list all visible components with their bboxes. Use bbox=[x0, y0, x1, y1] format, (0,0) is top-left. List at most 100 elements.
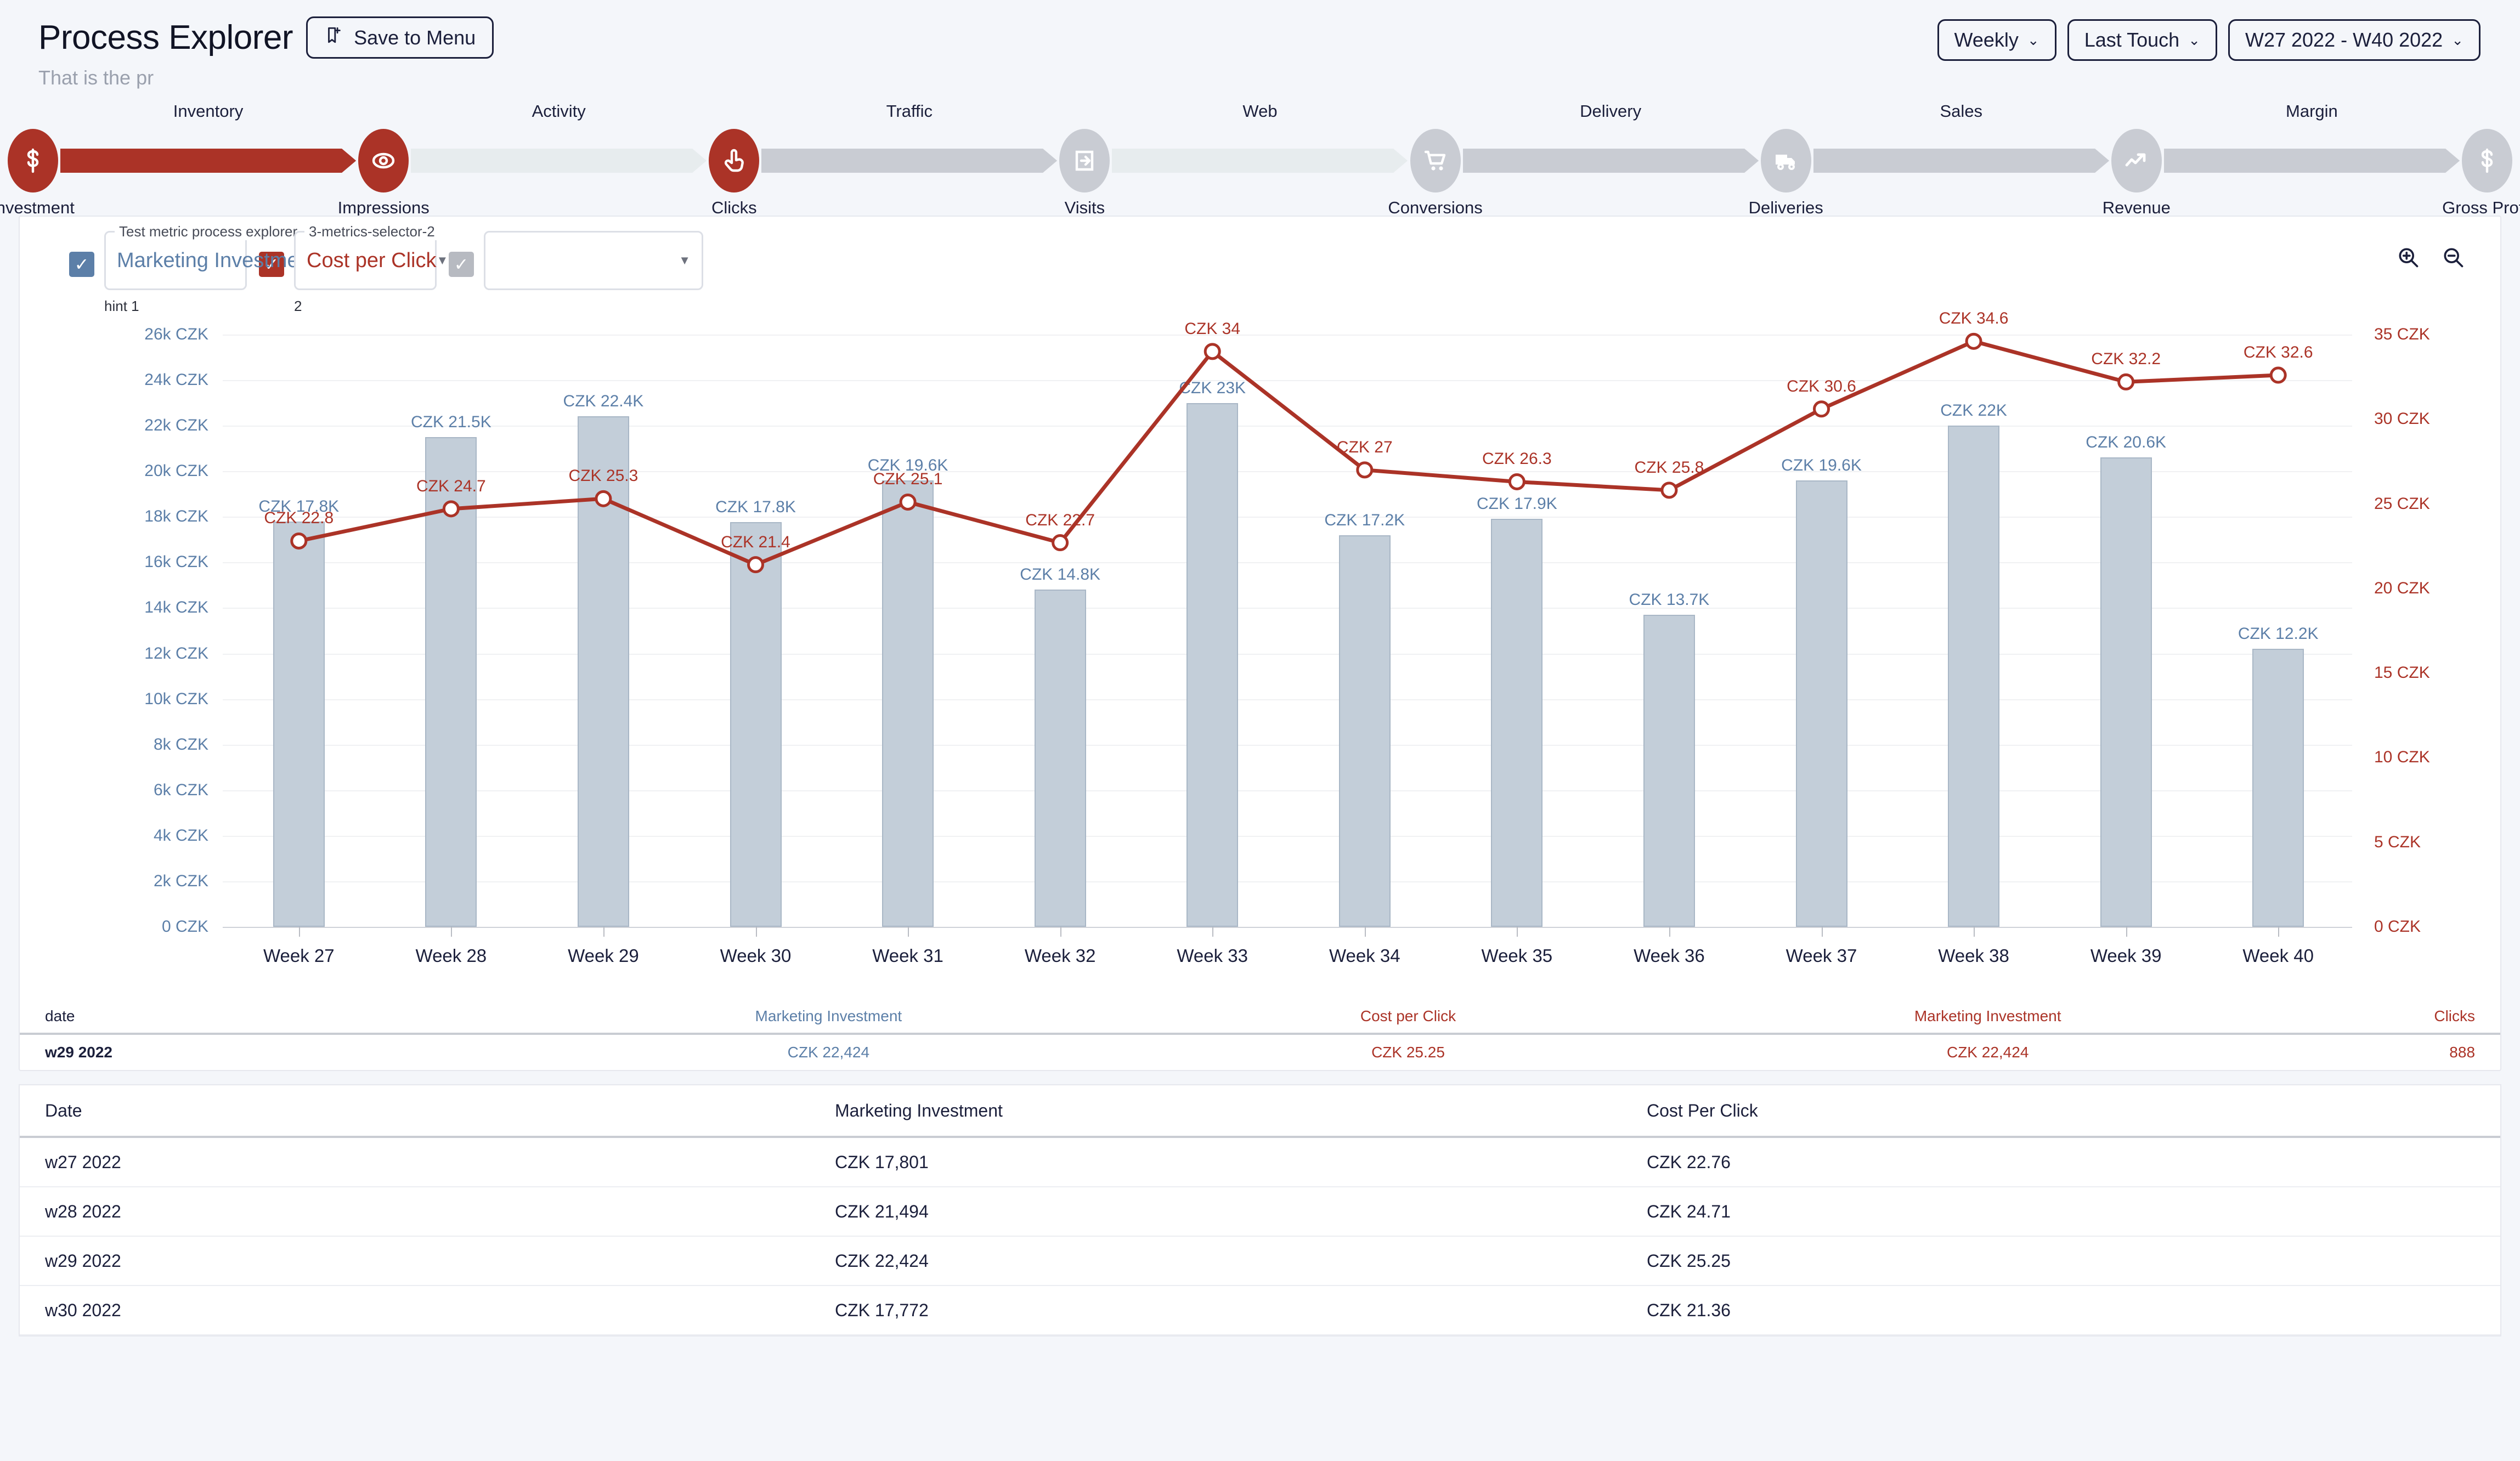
flow-node-revenue[interactable] bbox=[2111, 129, 2162, 192]
save-to-menu-button[interactable]: Save to Menu bbox=[306, 16, 494, 59]
metric-checkbox-0[interactable]: ✓ bbox=[69, 252, 94, 277]
table-header-date: Date bbox=[45, 1100, 82, 1120]
click-icon bbox=[725, 149, 744, 172]
table-row[interactable]: w28 2022 CZK 21,494 CZK 24.71 bbox=[20, 1187, 2500, 1237]
x-axis-tick-label: Week 29 bbox=[568, 945, 639, 966]
line-marker[interactable] bbox=[595, 490, 612, 507]
summary-header-date: date bbox=[45, 1007, 75, 1024]
x-axis-tick-mark bbox=[1060, 927, 1061, 937]
chevron-down-icon: ⌄ bbox=[2027, 32, 2039, 48]
x-axis-tick-mark bbox=[1669, 927, 1670, 937]
y-axis-left-tick: 2k CZK bbox=[153, 871, 208, 890]
line-marker[interactable] bbox=[1204, 343, 1221, 360]
flow-node-conversions[interactable] bbox=[1410, 129, 1461, 192]
chevron-down-icon: ⌄ bbox=[2451, 32, 2464, 48]
y-axis-right-tick: 35 CZK bbox=[2374, 325, 2430, 343]
chart-area: 0 CZK 2k CZK 4k CZK 6k CZK 8k CZK 10k CZK 12k … bbox=[20, 309, 2500, 982]
x-axis-tick-label: Week 36 bbox=[1634, 945, 1705, 966]
granularity-select[interactable]: Weekly ⌄ bbox=[1937, 19, 2056, 61]
table-row[interactable]: w30 2022 CZK 17,772 CZK 21.36 bbox=[20, 1286, 2500, 1335]
table-body: w27 2022 CZK 17,801 CZK 22.76 w28 2022 CZK 2… bbox=[20, 1138, 2500, 1335]
line-value-label: CZK 34.6 bbox=[1939, 309, 2009, 328]
y-axis-left-tick: 26k CZK bbox=[144, 325, 208, 343]
x-axis-tick-mark bbox=[298, 927, 300, 937]
y-axis-left-tick: 14k CZK bbox=[144, 598, 208, 617]
metric-dropdown-0[interactable]: Test metric process explorer Marketing I… bbox=[104, 223, 328, 290]
line-value-label: CZK 32.6 bbox=[2243, 343, 2313, 362]
table-row[interactable]: w27 2022 CZK 17,801 CZK 22.76 bbox=[20, 1138, 2500, 1187]
line-marker[interactable] bbox=[1660, 482, 1678, 499]
flow-node-clicks[interactable] bbox=[709, 129, 760, 192]
metric-checkbox-2[interactable]: ✓ bbox=[449, 252, 474, 277]
line-value-label: CZK 22.7 bbox=[1025, 511, 1095, 529]
arrow-icon bbox=[60, 149, 357, 173]
y-axis-right-tick: 20 CZK bbox=[2374, 579, 2430, 597]
flow-edge-web[interactable] bbox=[1112, 149, 1408, 173]
flow-node-deliveries[interactable] bbox=[1760, 129, 1811, 192]
date-range-select[interactable]: W27 2022 - W40 2022 ⌄ bbox=[2228, 19, 2481, 61]
chevron-down-icon: ⌄ bbox=[2188, 32, 2200, 48]
flow-node-gross-profit[interactable] bbox=[2462, 129, 2512, 192]
table-cell: w30 2022 bbox=[45, 1300, 121, 1320]
truck-icon bbox=[1775, 155, 1795, 170]
summary-value-marketing-investment: CZK 22,424 bbox=[787, 1044, 870, 1061]
line-value-label: CZK 30.6 bbox=[1787, 377, 1856, 395]
flow-edge-traffic[interactable] bbox=[761, 149, 1058, 173]
summary-value-clicks: 888 bbox=[2449, 1044, 2476, 1061]
y-axis-right-tick: 10 CZK bbox=[2374, 748, 2430, 767]
summary-header-clicks: Clicks bbox=[2434, 1007, 2476, 1024]
y-axis-left-tick: 24k CZK bbox=[144, 371, 208, 389]
flow-edge-label: Sales bbox=[1940, 101, 1983, 121]
x-axis-tick-mark bbox=[755, 927, 757, 937]
flow-node-investment[interactable] bbox=[8, 129, 58, 192]
eye-icon bbox=[372, 152, 395, 169]
metric-dropdown-2[interactable]: ▼ bbox=[484, 231, 703, 290]
flow-edge-delivery[interactable] bbox=[1462, 149, 1759, 173]
flow-edge-activity[interactable] bbox=[411, 149, 707, 173]
flow-node-label: Deliveries bbox=[1748, 198, 1823, 217]
line-marker[interactable] bbox=[442, 500, 460, 518]
flow-edge-sales[interactable] bbox=[1813, 149, 2109, 173]
attribution-select[interactable]: Last Touch ⌄ bbox=[2067, 19, 2217, 61]
x-axis-tick-mark bbox=[2278, 927, 2280, 937]
y-axis-left-tick: 22k CZK bbox=[144, 416, 208, 435]
flow-node-impressions[interactable] bbox=[358, 129, 409, 192]
summary-value-date: w29 2022 bbox=[45, 1044, 112, 1061]
y-axis-left-tick: 12k CZK bbox=[144, 644, 208, 662]
table-cell: CZK 22.76 bbox=[1647, 1152, 1731, 1172]
flow-node-visits[interactable] bbox=[1059, 129, 1110, 192]
line-marker[interactable] bbox=[2269, 366, 2287, 384]
line-marker[interactable] bbox=[1813, 400, 1830, 418]
metric-selector-row: ✓ Test metric process explorer Marketing… bbox=[20, 217, 2500, 315]
table-cell: CZK 17,801 bbox=[835, 1152, 929, 1172]
flow-edge-margin[interactable] bbox=[2163, 149, 2460, 173]
line-marker[interactable] bbox=[290, 532, 308, 550]
arrow-icon bbox=[2163, 149, 2460, 173]
line-marker[interactable] bbox=[747, 556, 764, 574]
table-cell: CZK 25.25 bbox=[1647, 1250, 1731, 1271]
line-marker[interactable] bbox=[1356, 461, 1374, 479]
y-axis-right-tick: 15 CZK bbox=[2374, 664, 2430, 682]
cart-icon bbox=[1424, 150, 1445, 171]
line-marker[interactable] bbox=[899, 493, 917, 511]
x-axis-tick-mark bbox=[908, 927, 909, 937]
metric-selector-0: ✓ Test metric process explorer Marketing… bbox=[69, 223, 328, 315]
page-title: Process Explorer bbox=[38, 19, 293, 56]
line-marker[interactable] bbox=[1052, 534, 1069, 552]
table-row[interactable]: w29 2022 CZK 22,424 CZK 25.25 bbox=[20, 1237, 2500, 1286]
chart-plot[interactable]: 0 CZK 2k CZK 4k CZK 6k CZK 8k CZK 10k CZK 12k … bbox=[144, 309, 2429, 966]
line-marker[interactable] bbox=[1965, 332, 1982, 350]
line-series bbox=[290, 332, 2287, 574]
arrow-icon bbox=[1112, 149, 1408, 173]
flow-edge-inventory[interactable] bbox=[60, 149, 357, 173]
line-value-label: CZK 21.4 bbox=[721, 533, 790, 551]
zoom-in-icon[interactable] bbox=[2396, 245, 2420, 272]
metric-value-1: Cost per Click bbox=[307, 248, 437, 272]
zoom-out-icon[interactable] bbox=[2441, 245, 2465, 272]
chart-card: ✓ Test metric process explorer Marketing… bbox=[19, 216, 2501, 1071]
y-axis-left-tick: 4k CZK bbox=[153, 826, 208, 845]
line-marker[interactable] bbox=[2117, 373, 2135, 390]
table-cell: CZK 21.36 bbox=[1647, 1300, 1731, 1320]
line-marker[interactable] bbox=[1508, 473, 1525, 490]
metric-dropdown-1[interactable]: 3-metrics-selector-2 Cost per Click ▼ bbox=[294, 223, 448, 290]
